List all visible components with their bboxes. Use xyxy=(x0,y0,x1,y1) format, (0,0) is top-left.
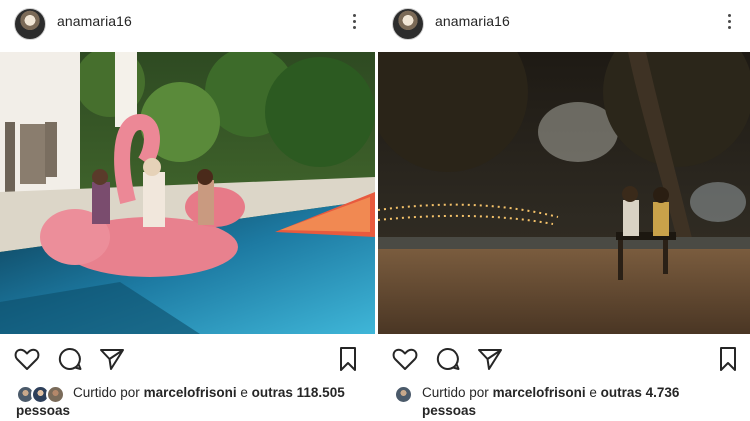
liked-user-link[interactable]: marcelofrisoni xyxy=(493,385,586,400)
avatar[interactable] xyxy=(14,8,46,40)
post-header: anamaria16 xyxy=(0,0,375,48)
liked-suffix[interactable]: pessoas xyxy=(16,403,70,418)
comment-icon[interactable] xyxy=(56,345,84,373)
bookmark-icon[interactable] xyxy=(334,345,362,373)
post-actions xyxy=(378,345,750,373)
post-header: anamaria16 xyxy=(378,0,750,48)
heart-icon[interactable] xyxy=(391,345,419,373)
liked-others-link[interactable]: outras 118.505 xyxy=(252,385,345,400)
liked-middle: e xyxy=(240,385,248,400)
beach-night-image xyxy=(378,52,750,334)
more-options-icon[interactable] xyxy=(728,14,732,32)
liked-user-link[interactable]: marcelofrisoni xyxy=(144,385,237,400)
liked-suffix[interactable]: pessoas xyxy=(422,403,476,418)
likes-text: Curtido por marcelofrisoni e outras 118.… xyxy=(73,384,345,402)
post-photo[interactable] xyxy=(378,52,750,334)
post-right: anamaria16 Curtido por marcelofrisoni e … xyxy=(378,0,750,421)
username[interactable]: anamaria16 xyxy=(435,13,510,29)
more-options-icon[interactable] xyxy=(353,14,357,32)
username[interactable]: anamaria16 xyxy=(57,13,132,29)
heart-icon[interactable] xyxy=(13,345,41,373)
liked-prefix: Curtido por xyxy=(422,385,489,400)
pool-scene-image xyxy=(0,52,375,334)
liked-prefix: Curtido por xyxy=(73,385,140,400)
avatar[interactable] xyxy=(392,8,424,40)
post-actions xyxy=(0,345,375,373)
liked-others-link[interactable]: outras 4.736 xyxy=(601,385,680,400)
likes-text: Curtido por marcelofrisoni e outras 4.73… xyxy=(422,384,679,402)
share-icon[interactable] xyxy=(476,345,504,373)
post-photo[interactable] xyxy=(0,52,375,334)
liked-middle: e xyxy=(589,385,597,400)
avatar[interactable] xyxy=(394,385,413,404)
post-left: anamaria16 Curtido por marcelofrisoni e … xyxy=(0,0,375,421)
share-icon[interactable] xyxy=(98,345,126,373)
comment-icon[interactable] xyxy=(434,345,462,373)
bookmark-icon[interactable] xyxy=(714,345,742,373)
